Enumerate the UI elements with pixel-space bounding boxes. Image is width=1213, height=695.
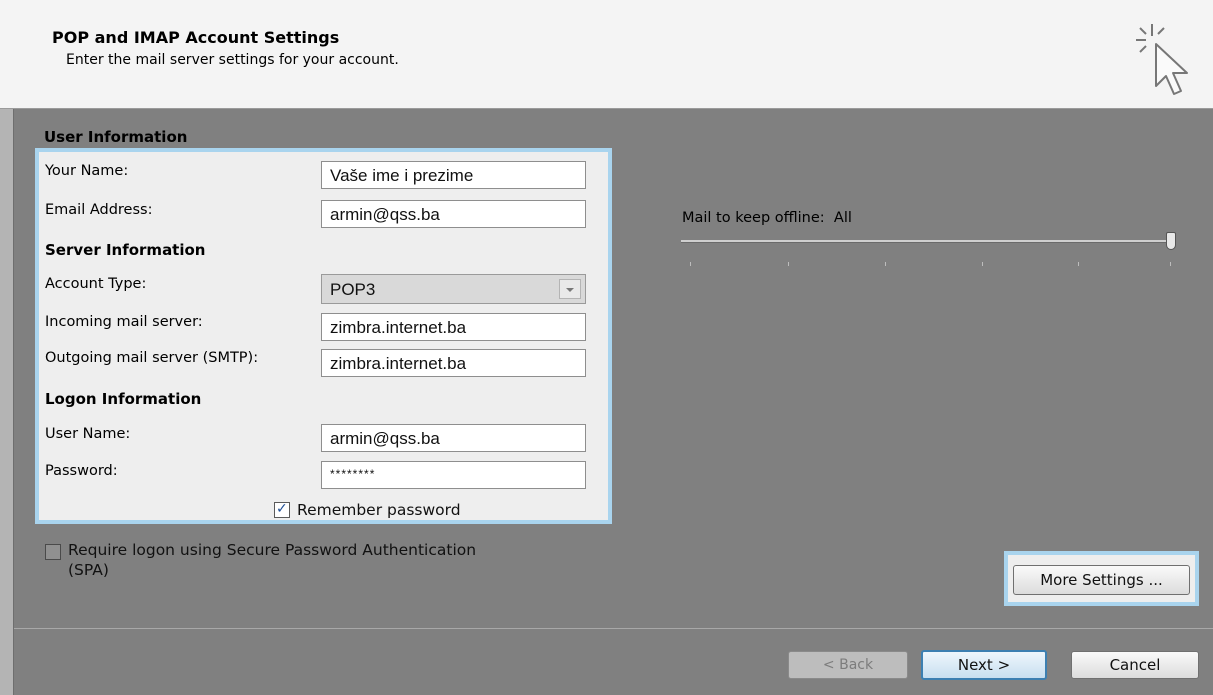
page-title: POP and IMAP Account Settings [52, 28, 340, 47]
cancel-button[interactable]: Cancel [1071, 651, 1199, 679]
slider-tick [788, 262, 789, 266]
slider-tick [982, 262, 983, 266]
spa-label-line2: (SPA) [68, 561, 109, 579]
offline-slider-track[interactable] [681, 240, 1171, 243]
slider-tick [885, 262, 886, 266]
next-button[interactable]: Next > [921, 650, 1047, 680]
password-input[interactable]: ******** [321, 461, 586, 489]
remember-password-label: Remember password [297, 501, 461, 519]
username-label: User Name: [45, 426, 131, 442]
account-type-value: POP3 [330, 280, 376, 299]
user-info-heading: User Information [44, 128, 188, 146]
slider-tick [1078, 262, 1079, 266]
page-subtitle: Enter the mail server settings for your … [66, 52, 399, 68]
email-input[interactable]: armin@qss.ba [321, 200, 586, 228]
remember-password-checkbox[interactable] [274, 501, 290, 518]
back-button[interactable]: < Back [788, 651, 908, 679]
slider-tick [690, 262, 691, 266]
account-type-label: Account Type: [45, 276, 147, 292]
offline-slider-thumb[interactable] [1166, 232, 1176, 250]
slider-tick [1170, 262, 1171, 266]
account-type-select[interactable]: POP3 [321, 274, 586, 304]
logon-info-heading: Logon Information [45, 390, 202, 408]
incoming-server-input[interactable]: zimbra.internet.ba [321, 313, 586, 341]
spa-checkbox[interactable] [45, 544, 61, 560]
server-info-heading: Server Information [45, 241, 206, 259]
spa-label: Require logon using Secure Password Auth… [68, 541, 477, 559]
email-label: Email Address: [45, 202, 153, 218]
cursor-sparkle-icon [1136, 24, 1188, 95]
name-label: Your Name: [45, 163, 129, 179]
incoming-server-label: Incoming mail server: [45, 314, 203, 330]
offline-label: Mail to keep offline: All [682, 210, 852, 226]
chevron-down-icon[interactable] [559, 279, 581, 299]
outgoing-server-input[interactable]: zimbra.internet.ba [321, 349, 586, 377]
name-input[interactable]: Vaše ime i prezime [321, 161, 586, 189]
offline-value: All [833, 210, 852, 226]
offline-label-text: Mail to keep offline: [682, 210, 825, 226]
password-label: Password: [45, 463, 118, 479]
username-input[interactable]: armin@qss.ba [321, 424, 586, 452]
footer-divider [14, 628, 1213, 629]
outgoing-server-label: Outgoing mail server (SMTP): [45, 350, 259, 366]
more-settings-button[interactable]: More Settings ... [1013, 565, 1190, 595]
